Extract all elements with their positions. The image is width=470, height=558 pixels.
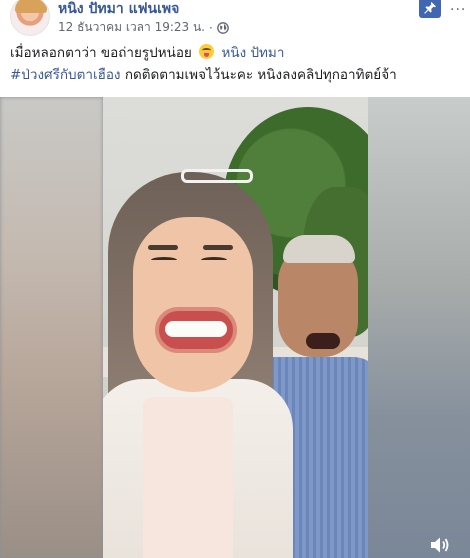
woman-face: [133, 217, 253, 392]
post-header: หนิง ปัทมา แฟนเพจ 12 ธันวาคม เวลา 19:23 …: [0, 0, 470, 40]
post-caption: เมื่อหลอกตาว่า ขอถ่ายรูปหน่อย หนิง ปัทมา…: [10, 42, 465, 86]
man-mouth: [306, 333, 340, 349]
pin-icon: [424, 2, 436, 14]
video-frame: [103, 97, 368, 558]
mention-link[interactable]: หนิง ปัทมา: [221, 45, 284, 61]
sunglasses-on-head: [181, 169, 253, 183]
woman-eye-left: [151, 257, 177, 263]
woman-eye-right: [201, 257, 227, 263]
caption-text-1: เมื่อหลอกตาว่า ขอถ่ายรูปหน่อย: [10, 45, 192, 61]
tongue-wink-emoji: [199, 44, 215, 59]
woman-top: [143, 397, 233, 558]
hashtag-link[interactable]: #ป่วงศรีกับตาเฮือง: [10, 67, 121, 83]
post-meta: 12 ธันวาคม เวลา 19:23 น. ·: [58, 18, 229, 37]
page-name-link[interactable]: หนิง ปัทมา แฟนเพจ: [58, 0, 179, 20]
woman-brow-left: [148, 245, 178, 250]
video-blur-left: [0, 97, 103, 558]
pin-button[interactable]: [419, 0, 441, 18]
post-timestamp[interactable]: 12 ธันวาคม เวลา 19:23 น.: [58, 18, 205, 37]
caption-text-2: กดติดตามเพจไว้นะคะ หนิงลงคลิปทุกอาทิตย์จ…: [124, 67, 397, 83]
man-hair: [283, 235, 355, 263]
caption-line-2: #ป่วงศรีกับตาเฮือง กดติดตามเพจไว้นะคะ หน…: [10, 64, 465, 86]
more-options-button[interactable]: ···: [450, 2, 466, 18]
woman-brow-right: [203, 245, 233, 250]
meta-separator: ·: [209, 20, 213, 35]
globe-icon[interactable]: [216, 21, 229, 34]
woman-mouth: [155, 307, 237, 353]
video-player[interactable]: [0, 97, 470, 558]
volume-icon[interactable]: [430, 536, 454, 554]
caption-line-1: เมื่อหลอกตาว่า ขอถ่ายรูปหน่อย หนิง ปัทมา: [10, 42, 465, 64]
video-blur-right: [368, 97, 470, 558]
page-avatar[interactable]: [10, 0, 50, 36]
